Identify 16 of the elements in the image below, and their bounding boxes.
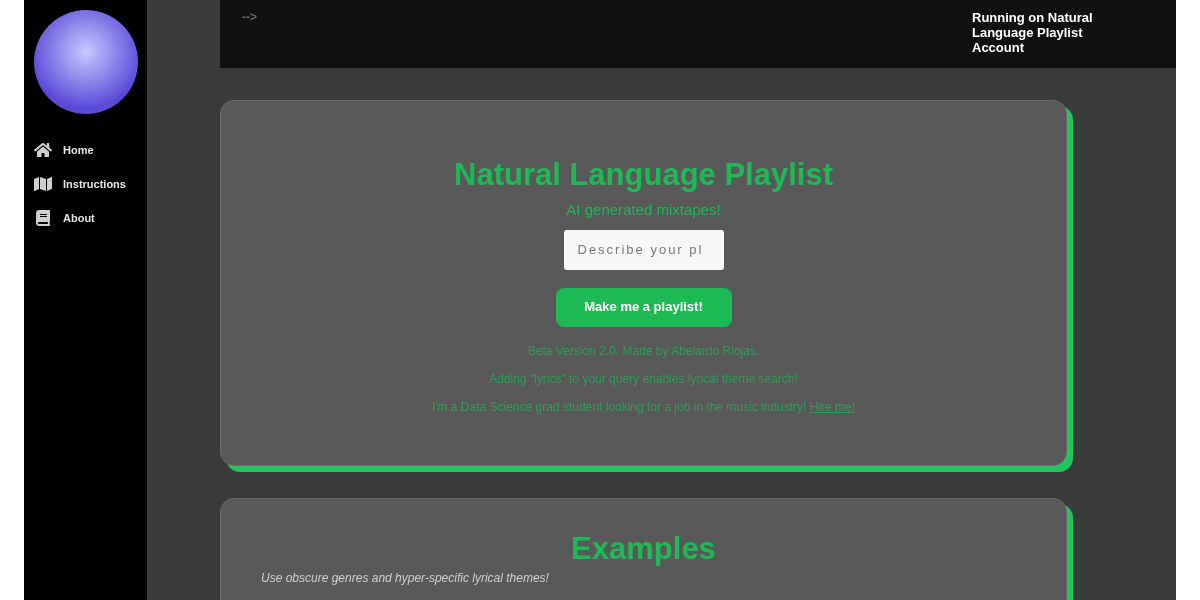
map-icon bbox=[34, 176, 52, 192]
hire-text: I'm a Data Science grad student looking for a job in the music industry! Hire me! bbox=[431, 398, 856, 416]
app-title: Natural Language Playlist bbox=[454, 156, 833, 194]
home-icon bbox=[34, 142, 52, 158]
book-icon bbox=[34, 210, 52, 226]
app-subtitle: AI generated mixtapes! bbox=[566, 200, 721, 220]
info-text: Beta Version 2.0. Made by Abelardo Riojas. bbox=[527, 342, 760, 360]
arrow-text: --> bbox=[242, 9, 257, 26]
account-text: Running on Natural Language Playlist Account bbox=[972, 10, 1094, 57]
examples-title: Examples bbox=[571, 530, 716, 568]
nav-link[interactable]: About bbox=[34, 208, 147, 228]
info-text: Adding "lyrics" to your query enables lyrical theme search! bbox=[489, 370, 798, 388]
examples-subtitle: Use obscure genres and hyper-specific lyrical themes! bbox=[261, 571, 550, 585]
playlist-input[interactable]: Describe your pl bbox=[563, 229, 724, 270]
nav-link[interactable]: Home bbox=[34, 140, 147, 160]
nav-link[interactable]: Instructions bbox=[34, 174, 147, 194]
